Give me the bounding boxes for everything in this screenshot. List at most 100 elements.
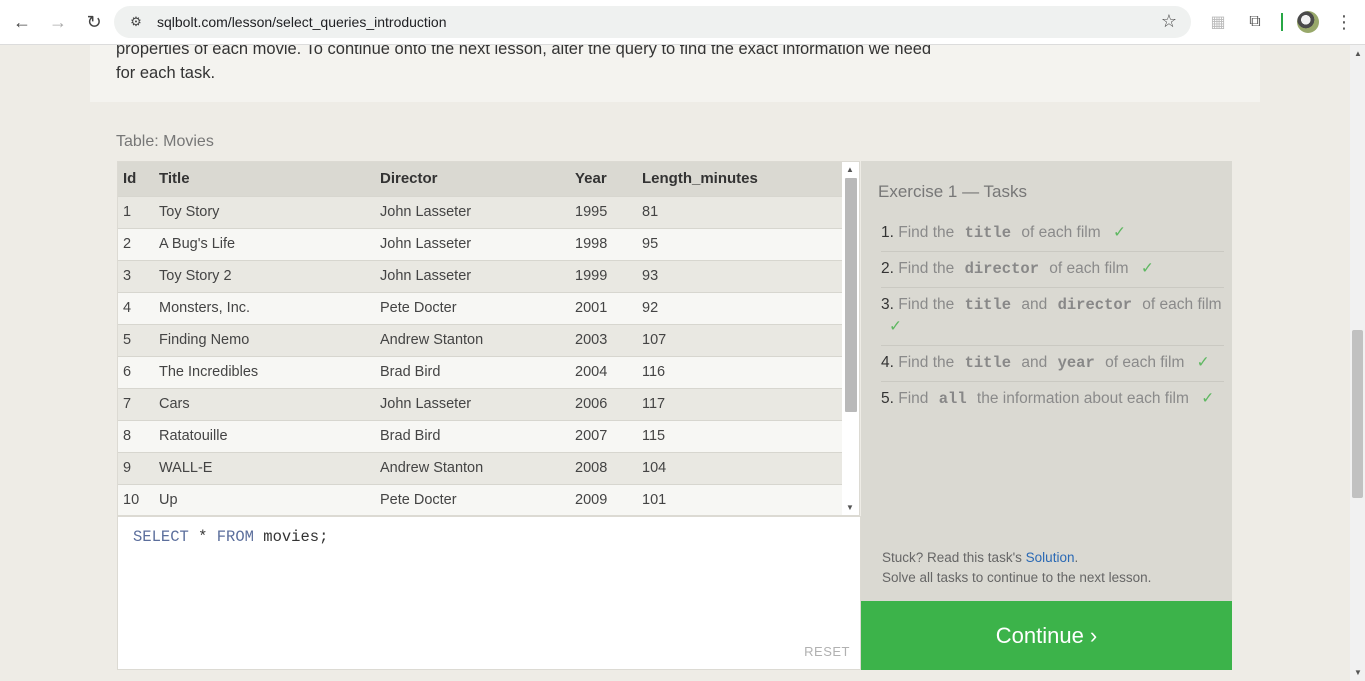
task-item: 4. Find the title and year of each film … [881,346,1224,382]
sql-keyword: FROM [216,528,254,546]
table-cell: Andrew Stanton [380,451,575,484]
table-cell: John Lasseter [380,259,575,292]
solution-link[interactable]: Solution [1026,550,1075,565]
sql-token: movies; [263,528,329,546]
reload-icon[interactable]: ↻ [82,10,106,34]
check-icon: ✓ [1196,354,1210,371]
column-header: Title [159,162,380,196]
table-row: 1 Toy Story John Lasseter 1995 81 [118,195,844,228]
bookmark-star-icon[interactable]: ☆ [1161,11,1177,32]
table-cell: 4 [118,291,159,324]
table-cell: Cars [159,387,380,420]
extension-icon[interactable]: ▦ [1206,10,1230,34]
tasks-panel: Exercise 1 — Tasks 1. Find the title of … [861,161,1232,670]
task-code: title [964,354,1012,372]
task-text: and [1017,354,1052,371]
task-code: director [1057,296,1132,314]
table-cell: Toy Story 2 [159,259,380,292]
page-scrollbar-thumb[interactable] [1352,330,1363,498]
table-cell: John Lasseter [380,387,575,420]
table-cell: 2004 [575,355,642,388]
table-row: 10 Up Pete Docter 2009 101 [118,483,844,515]
task-item: 2. Find the director of each film ✓ [881,252,1224,288]
task-text: and [1017,296,1052,313]
site-info-icon[interactable]: ⚙ [126,12,146,32]
profile-avatar[interactable] [1297,11,1319,33]
table-row: 2 A Bug's Life John Lasseter 1998 95 [118,227,844,260]
page-scrollbar[interactable]: ▲ ▼ [1350,45,1365,681]
tasks-title: Exercise 1 — Tasks [878,182,1027,201]
table-cell: 101 [642,483,844,515]
table-row: 8 Ratatouille Brad Bird 2007 115 [118,419,844,452]
table-cell: 3 [118,259,159,292]
table-header-row: Id Title Director Year Length_minutes [118,162,844,196]
task-text: Find the [898,354,955,371]
table-cell: 2003 [575,323,642,356]
task-item: 5. Find all the information about each f… [881,382,1224,417]
forward-icon[interactable]: → [46,10,70,34]
task-code: title [964,224,1012,242]
table-scrollbar[interactable]: ▲ ▼ [842,162,859,515]
sql-query-text[interactable]: SELECT * FROM movies; [133,528,328,546]
table-cell: Ratatouille [159,419,380,452]
table-row: 3 Toy Story 2 John Lasseter 1999 93 [118,259,844,292]
scroll-up-arrow-icon[interactable]: ▲ [846,165,854,174]
table-cell: 2001 [575,291,642,324]
table-cell: John Lasseter [380,227,575,260]
table-row: 5 Finding Nemo Andrew Stanton 2003 107 [118,323,844,356]
task-text: of each film [1138,296,1222,313]
table-cell: 117 [642,387,844,420]
task-text: of each film [1100,354,1189,371]
task-text: the information about each film [972,390,1194,407]
exercise-section: Table: Movies Id Title Director Year Len… [90,102,1260,681]
table-cell: WALL-E [159,451,380,484]
table-cell: Finding Nemo [159,323,380,356]
table-cell: Toy Story [159,195,380,228]
table-cell: 104 [642,451,844,484]
task-code: year [1057,354,1095,372]
task-text: Find the [898,296,955,313]
extensions-puzzle-icon[interactable]: ⧉ [1243,10,1267,34]
column-header: Length_minutes [642,162,844,196]
task-code: all [938,390,967,408]
page: properties of each movie. To continue on… [0,45,1350,681]
url-text[interactable]: sqlbolt.com/lesson/select_queries_introd… [157,14,447,30]
task-text: Find [898,390,929,407]
reset-button[interactable]: RESET [804,644,850,659]
table-cell: Monsters, Inc. [159,291,380,324]
task-number: 2. [881,260,894,277]
results-table-container: Id Title Director Year Length_minutes 1 … [117,161,860,516]
scroll-down-arrow-icon[interactable]: ▼ [846,503,854,512]
table-cell: 116 [642,355,844,388]
check-icon: ✓ [889,318,902,335]
task-number: 1. [881,224,894,241]
continue-button[interactable]: Continue › [861,601,1232,670]
task-number: 4. [881,354,894,371]
table-cell: 6 [118,355,159,388]
table-cell: 2009 [575,483,642,515]
back-icon[interactable]: ← [10,10,34,34]
table-cell: 115 [642,419,844,452]
table-row: 6 The Incredibles Brad Bird 2004 116 [118,355,844,388]
task-number: 3. [881,296,894,313]
table-cell: 107 [642,323,844,356]
address-bar[interactable]: ⚙ sqlbolt.com/lesson/select_queries_intr… [114,6,1191,38]
check-icon: ✓ [1112,224,1126,241]
menu-dots-icon[interactable]: ⋮ [1332,10,1356,34]
table-cell: 1995 [575,195,642,228]
table-row: 4 Monsters, Inc. Pete Docter 2001 92 [118,291,844,324]
check-icon: ✓ [1140,260,1154,277]
sql-editor[interactable]: SELECT * FROM movies; RESET [117,516,861,670]
help-text: Stuck? Read this task's Solution. Solve … [882,548,1151,588]
toolbar-divider [1281,13,1283,31]
task-text: Find the [898,260,955,277]
column-header: Director [380,162,575,196]
task-code: title [964,296,1012,314]
table-row: 7 Cars John Lasseter 2006 117 [118,387,844,420]
scroll-down-arrow-icon[interactable]: ▼ [1354,668,1362,677]
table-cell: 92 [642,291,844,324]
table-scrollbar-thumb[interactable] [845,178,857,412]
table-cell: Brad Bird [380,355,575,388]
scroll-up-arrow-icon[interactable]: ▲ [1354,49,1362,58]
table-cell: Brad Bird [380,419,575,452]
